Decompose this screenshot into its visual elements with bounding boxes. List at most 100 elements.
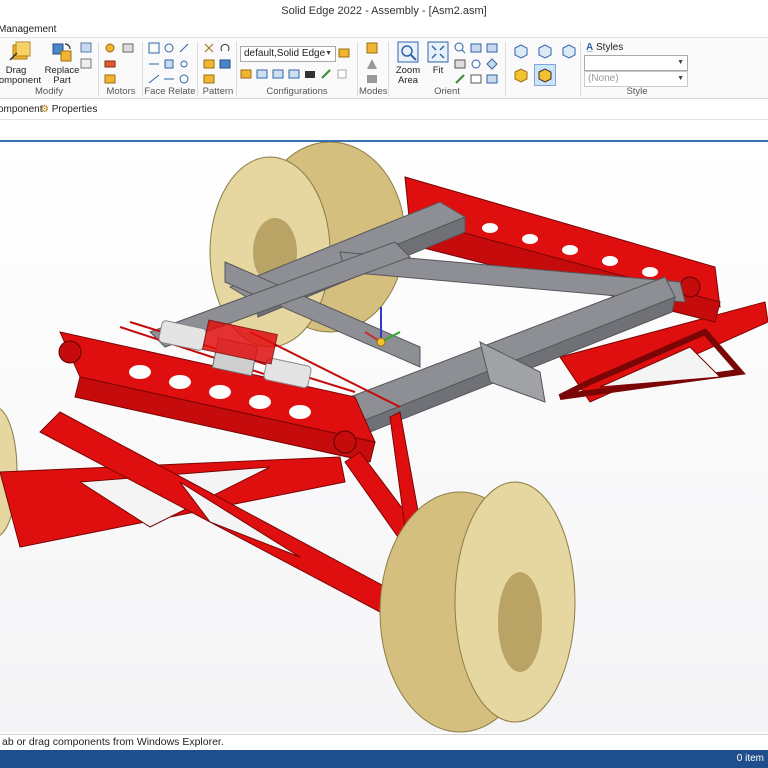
modify-small-icon-2[interactable] [80, 58, 93, 70]
view-icon-3[interactable] [486, 42, 499, 54]
view-icon-8[interactable] [470, 73, 483, 85]
modify-small-icon-1[interactable] [80, 42, 93, 54]
window-title: Solid Edge 2022 - Assembly - [Asm2.asm] [0, 0, 768, 22]
styles-button[interactable]: A̲ Styles [586, 42, 623, 53]
motor-icon-3[interactable] [104, 58, 117, 70]
drag-component-button[interactable]: Drag Component [0, 40, 42, 86]
motor-icon-2[interactable] [122, 42, 135, 54]
spin-icon[interactable] [470, 58, 483, 70]
chevron-down-icon: ▼ [325, 50, 332, 57]
tab-management[interactable]: Management [0, 22, 56, 37]
tab-properties[interactable]: ⚙ Properties [40, 103, 97, 117]
properties-icon: ⚙ [40, 104, 49, 115]
group-orient: Zoom Area Fit Orient [390, 38, 504, 99]
group-style: A̲ Styles ▼ (None) ▼ Style [582, 38, 692, 99]
group-modify-label: Modify [35, 86, 63, 97]
motor-icon-1[interactable] [104, 42, 117, 54]
zoom-icon[interactable] [454, 42, 467, 54]
group-motors-label: Motors [106, 86, 136, 97]
group-modify: Drag Component Replace Part Modify [0, 38, 98, 99]
selection-count: 0 item [736, 753, 764, 764]
separator [505, 42, 506, 96]
group-face-relate-label: Face Relate [144, 86, 196, 97]
shaded-cube-icon[interactable] [512, 66, 530, 84]
fit-icon [427, 41, 449, 63]
tab-component[interactable]: omponent [0, 103, 42, 117]
replace-part-icon [52, 43, 72, 62]
pattern-along-curve-icon[interactable] [219, 58, 232, 70]
modes-icon-3[interactable] [366, 73, 379, 85]
display-config-icon-2[interactable] [256, 68, 269, 80]
separator [142, 42, 143, 96]
separator [357, 42, 358, 96]
chevron-down-icon: ▼ [677, 75, 684, 82]
modes-icon-2[interactable] [366, 58, 379, 70]
connect-icon[interactable] [163, 58, 176, 70]
view-icon-9[interactable] [486, 73, 499, 85]
styles-label: Styles [596, 42, 624, 53]
pathfinder-tab-row: omponent ⚙ Properties [0, 100, 768, 120]
rotate-icon[interactable] [454, 58, 467, 70]
graphics-viewport[interactable] [0, 140, 768, 734]
fit-button[interactable]: Fit [426, 40, 450, 76]
view-icon-6[interactable] [486, 58, 499, 70]
display-config-icon-6[interactable] [320, 68, 333, 80]
style-select[interactable]: ▼ [584, 55, 688, 71]
status-message: ab or drag components from Windows Explo… [0, 734, 768, 750]
tire-front-right[interactable] [379, 481, 576, 733]
display-config-icon-4[interactable] [288, 68, 301, 80]
tangent-icon[interactable] [148, 73, 161, 85]
axial-align-icon[interactable] [163, 42, 176, 54]
fastener-icon[interactable] [203, 73, 216, 85]
display-config-icon-7[interactable] [336, 68, 349, 80]
drag-component-icon [9, 41, 31, 61]
styles-icon: A̲ [586, 42, 594, 53]
separator [236, 42, 237, 96]
mate-icon[interactable] [148, 42, 161, 54]
view-cube-icon-1[interactable] [512, 42, 530, 60]
motor-icon-4[interactable] [104, 73, 117, 85]
group-configurations-label: Configurations [266, 86, 328, 97]
configuration-manager-icon[interactable] [338, 47, 351, 59]
bottom-status-bar: 0 item [0, 750, 768, 768]
group-configurations: default,Solid Edge ▼ Configurations [238, 38, 356, 99]
view-cube-icon-2[interactable] [536, 42, 554, 60]
modes-icon-1[interactable] [366, 42, 379, 54]
planar-align-icon[interactable] [178, 42, 191, 54]
group-motors: Motors [100, 38, 142, 99]
display-config-icon-1[interactable] [240, 68, 253, 80]
zoom-area-button[interactable]: Zoom Area [392, 40, 424, 86]
separator [197, 42, 198, 96]
pattern-icon[interactable] [203, 42, 216, 54]
view-icon-7[interactable] [454, 73, 467, 85]
replace-part-button[interactable]: Replace Part [44, 40, 80, 86]
shaded-edges-toggle[interactable] [534, 64, 556, 86]
separator [580, 42, 581, 96]
cam-icon[interactable] [163, 73, 176, 85]
fit-label: Fit [432, 65, 444, 76]
group-style-label: Style [626, 86, 648, 97]
zoom-area-icon [397, 41, 419, 63]
chevron-down-icon: ▼ [677, 59, 684, 66]
configuration-select-value: default,Solid Edge [244, 48, 326, 59]
group-orient-label: Orient [434, 86, 460, 97]
assembly-model[interactable] [0, 141, 768, 734]
display-config-icon-3[interactable] [272, 68, 285, 80]
ribbon: Drag Component Replace Part Modify Motor… [0, 37, 768, 99]
pan-icon[interactable] [470, 42, 483, 54]
duplicate-icon[interactable] [203, 58, 216, 70]
group-modes: Modes [359, 38, 388, 99]
angle-icon[interactable] [178, 58, 191, 70]
none-select[interactable]: (None) ▼ [584, 71, 688, 87]
group-view-cubes [508, 38, 580, 99]
camera-icon[interactable] [304, 68, 317, 80]
insert-icon[interactable] [148, 58, 161, 70]
mirror-icon[interactable] [219, 42, 232, 54]
zoom-area-label: Zoom Area [395, 65, 421, 86]
view-cube-icon-3[interactable] [560, 42, 578, 60]
group-pattern-label: Pattern [202, 86, 234, 97]
drag-component-label: Drag Component [0, 65, 42, 86]
gear-icon[interactable] [178, 73, 191, 85]
configuration-select[interactable]: default,Solid Edge ▼ [240, 46, 336, 62]
replace-part-label: Replace Part [44, 65, 80, 86]
